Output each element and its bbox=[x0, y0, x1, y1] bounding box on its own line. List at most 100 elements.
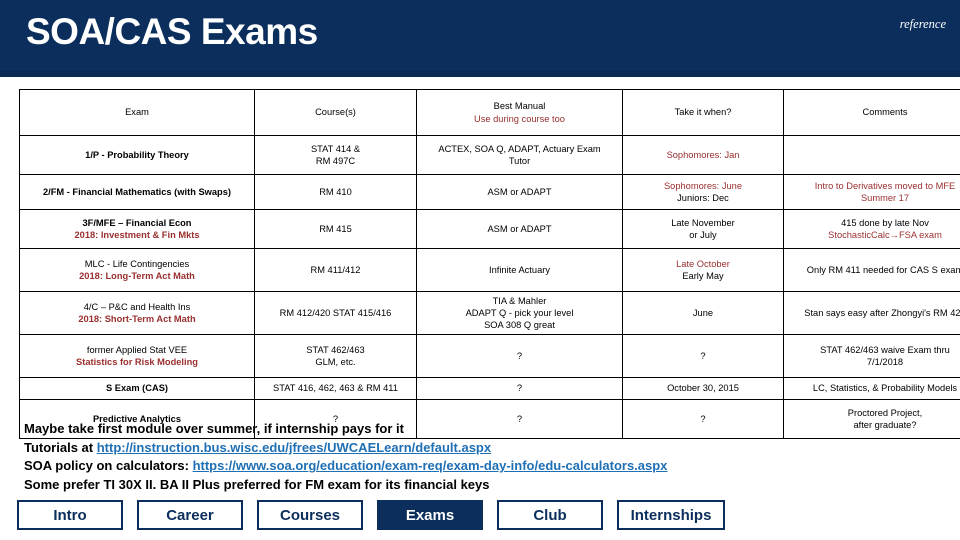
calculator-policy-link[interactable]: https://www.soa.org/education/exam-req/e… bbox=[193, 458, 668, 473]
cell-exam-line1: 2/FM - Financial Mathematics (with Swaps… bbox=[42, 186, 232, 197]
cell-exam-line1: MLC - Life Contingencies bbox=[84, 258, 190, 269]
cell-manual-line1: ? bbox=[516, 350, 523, 361]
cell-manual-line1: ? bbox=[516, 383, 523, 394]
cell-comment-line1: Intro to Derivatives moved to MFE bbox=[814, 180, 956, 191]
nav-button-exams[interactable]: Exams bbox=[377, 500, 483, 530]
cell-comment-line1: STAT 462/463 waive Exam thru bbox=[820, 344, 950, 355]
cell-comment-line1: Only RM 411 needed for CAS S exam bbox=[806, 264, 960, 275]
nav-button-courses[interactable]: Courses bbox=[257, 500, 363, 530]
cell-course: RM 411/412 bbox=[254, 248, 417, 292]
note-line-calculator-policy: SOA policy on calculators: https://www.s… bbox=[24, 457, 934, 476]
cell-course: STAT 462/463 GLM, etc. bbox=[254, 334, 417, 378]
table-header-row: Exam Course(s) Best Manual Use during co… bbox=[19, 89, 960, 136]
cell-manual-line1: ASM or ADAPT bbox=[487, 223, 552, 234]
cell-exam-line2: 2018: Short-Term Act Math bbox=[78, 314, 196, 324]
exam-table: Exam Course(s) Best Manual Use during co… bbox=[19, 89, 960, 439]
cell-comment-line1: Stan says easy after Zhongyi's RM 420 bbox=[804, 307, 960, 318]
cell-course-line1: STAT 462/463 bbox=[306, 344, 365, 355]
table-row: MLC - Life Contingencies 2018: Long-Term… bbox=[19, 248, 960, 292]
cell-exam: 2/FM - Financial Mathematics (with Swaps… bbox=[19, 174, 255, 210]
column-header-best-manual-label: Best Manual bbox=[493, 101, 546, 112]
cell-comment: STAT 462/463 waive Exam thru 7/1/2018 bbox=[783, 334, 960, 378]
cell-course: STAT 414 & RM 497C bbox=[254, 135, 417, 175]
cell-exam-line2: Statistics for Risk Modeling bbox=[76, 357, 198, 367]
cell-when-line1: ? bbox=[700, 350, 706, 361]
table-row: former Applied Stat VEE Statistics for R… bbox=[19, 334, 960, 378]
cell-comment bbox=[783, 135, 960, 175]
note-line-module: Maybe take first module over summer, if … bbox=[24, 421, 404, 436]
cell-course-line1: RM 412/420 STAT 415/416 bbox=[279, 307, 392, 318]
column-header-take-it-when-label: Take it when? bbox=[674, 107, 732, 118]
note-tutorials-prefix: Tutorials at bbox=[24, 439, 97, 455]
cell-comment: Intro to Derivatives moved to MFE Summer… bbox=[783, 174, 960, 210]
cell-comment-line1: LC, Statistics, & Probability Models bbox=[812, 383, 958, 394]
cell-when: Late November or July bbox=[622, 209, 784, 249]
cell-when: Sophomores: Jan bbox=[622, 135, 784, 175]
cell-when-line1: Late October bbox=[676, 258, 730, 269]
header-accent-rule bbox=[0, 71, 960, 77]
page-title: SOA/CAS Exams bbox=[26, 11, 318, 52]
reference-label: reference bbox=[899, 17, 946, 31]
table-row: S Exam (CAS) STAT 416, 462, 463 & RM 411… bbox=[19, 377, 960, 400]
note-line-calculators: Some prefer TI 30X II. BA II Plus prefer… bbox=[24, 477, 490, 493]
page-header: SOA/CAS Exams reference bbox=[0, 0, 960, 77]
nav-button-club[interactable]: Club bbox=[497, 500, 603, 530]
cell-course-line2: GLM, etc. bbox=[315, 357, 356, 367]
cell-course-line1: RM 410 bbox=[319, 186, 352, 197]
cell-manual: ASM or ADAPT bbox=[416, 174, 623, 210]
cell-course-line1: STAT 414 & bbox=[310, 143, 361, 154]
cell-exam-line1: S Exam (CAS) bbox=[106, 383, 168, 394]
column-header-comments-label: Comments bbox=[862, 107, 908, 118]
cell-course: RM 415 bbox=[254, 209, 417, 249]
cell-comment: Stan says easy after Zhongyi's RM 420 bbox=[783, 291, 960, 335]
cell-exam: 1/P - Probability Theory bbox=[19, 135, 255, 175]
cell-exam: former Applied Stat VEE Statistics for R… bbox=[19, 334, 255, 378]
cell-comment-line1: 415 done by late Nov bbox=[841, 217, 929, 228]
table-row: 1/P - Probability Theory STAT 414 & RM 4… bbox=[19, 135, 960, 175]
cell-manual: ASM or ADAPT bbox=[416, 209, 623, 249]
cell-when: Sophomores: June Juniors: Dec bbox=[622, 174, 784, 210]
cell-course-line2: RM 497C bbox=[315, 156, 356, 166]
cell-manual-line2: Tutor bbox=[508, 156, 531, 166]
cell-when-line1: June bbox=[692, 307, 714, 318]
cell-manual-line3: SOA 308 Q great bbox=[484, 320, 555, 331]
cell-course-line1: RM 415 bbox=[319, 223, 352, 234]
cell-course-line1: STAT 416, 462, 463 & RM 411 bbox=[273, 383, 398, 394]
nav-button-career[interactable]: Career bbox=[137, 500, 243, 530]
cell-when-line1: October 30, 2015 bbox=[667, 383, 739, 394]
tutorials-link[interactable]: http://instruction.bus.wisc.edu/jfrees/U… bbox=[97, 440, 491, 455]
cell-exam: 4/C – P&C and Health Ins 2018: Short-Ter… bbox=[19, 291, 255, 335]
cell-comment-line2: StochasticCalc→FSA exam bbox=[828, 230, 942, 240]
cell-course: RM 410 bbox=[254, 174, 417, 210]
cell-exam: MLC - Life Contingencies 2018: Long-Term… bbox=[19, 248, 255, 292]
cell-manual-line1: Infinite Actuary bbox=[489, 264, 550, 275]
column-header-take-it-when: Take it when? bbox=[622, 89, 784, 136]
column-header-courses: Course(s) bbox=[254, 89, 417, 136]
cell-when-line2: or July bbox=[689, 230, 717, 240]
table-body: 1/P - Probability Theory STAT 414 & RM 4… bbox=[19, 135, 960, 439]
cell-when-line2: Early May bbox=[682, 271, 724, 281]
column-header-best-manual-note: Use during course too bbox=[474, 113, 565, 124]
cell-manual: TIA & Mahler ADAPT Q - pick your level S… bbox=[416, 291, 623, 335]
cell-when: ? bbox=[622, 334, 784, 378]
column-header-courses-label: Course(s) bbox=[315, 107, 356, 118]
cell-exam-line1: 1/P - Probability Theory bbox=[85, 149, 189, 160]
column-header-best-manual: Best Manual Use during course too bbox=[416, 89, 623, 136]
table-header: Exam Course(s) Best Manual Use during co… bbox=[19, 89, 960, 136]
column-header-exam: Exam bbox=[19, 89, 255, 136]
cell-exam: S Exam (CAS) bbox=[19, 377, 255, 400]
nav-button-intro[interactable]: Intro bbox=[17, 500, 123, 530]
nav-button-internships[interactable]: Internships bbox=[617, 500, 725, 530]
cell-when: Late October Early May bbox=[622, 248, 784, 292]
table-row: 2/FM - Financial Mathematics (with Swaps… bbox=[19, 174, 960, 210]
cell-manual: ? bbox=[416, 377, 623, 400]
cell-manual-line1: ACTEX, SOA Q, ADAPT, Actuary Exam bbox=[438, 143, 601, 154]
cell-manual: Infinite Actuary bbox=[416, 248, 623, 292]
cell-manual-line2: ADAPT Q - pick your level bbox=[465, 307, 574, 318]
cell-course: STAT 416, 462, 463 & RM 411 bbox=[254, 377, 417, 400]
cell-course-line1: RM 411/412 bbox=[310, 264, 361, 275]
cell-manual-line1: ASM or ADAPT bbox=[487, 186, 552, 197]
cell-exam-line1: 4/C – P&C and Health Ins bbox=[83, 301, 191, 312]
note-line-tutorials: Tutorials at http://instruction.bus.wisc… bbox=[24, 439, 934, 458]
cell-comment: Only RM 411 needed for CAS S exam bbox=[783, 248, 960, 292]
